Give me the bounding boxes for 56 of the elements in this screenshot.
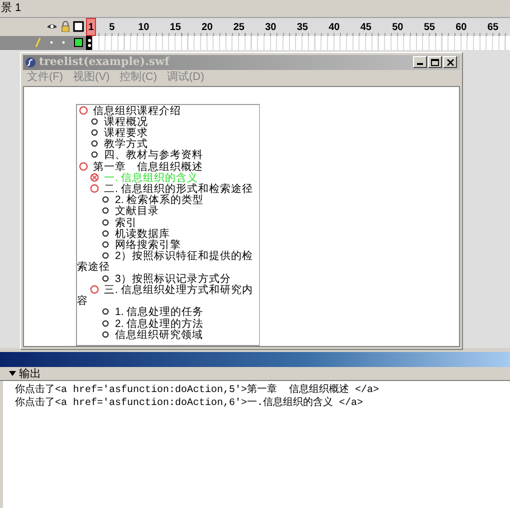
scene-label: 景 1 <box>1 1 22 16</box>
circle-icon[interactable] <box>90 284 99 294</box>
tree-item[interactable]: 信息组织课程介绍 <box>77 106 259 117</box>
frame-number[interactable]: 50 <box>392 18 404 36</box>
frame-number[interactable]: 1 <box>86 18 96 36</box>
tree-item[interactable]: 3）按照标识记录方式分 <box>77 274 259 285</box>
frame-number[interactable]: 60 <box>456 18 467 36</box>
tree-item[interactable]: 索引 <box>77 218 259 229</box>
tree-item[interactable]: 教学方式 <box>77 139 259 150</box>
panel-title: 输出 <box>19 366 41 382</box>
frame-number[interactable]: 65 <box>487 18 498 36</box>
tree-item[interactable]: 2. 信息处理的方法 <box>77 318 259 330</box>
output-line: 你点击了<a href='asfunction:doAction,6'>一.信息组织的含义 </a> <box>15 397 364 410</box>
frame-number[interactable]: 30 <box>265 18 276 36</box>
selected-node-icon[interactable] <box>90 172 99 182</box>
tree-item[interactable]: 网络搜索引擎 <box>77 240 259 252</box>
tree-item[interactable]: 2）按照标识特征和提供的检索途径 <box>77 251 259 274</box>
tree-item[interactable]: 三. 信息组织处理方式和研究内容 <box>77 284 259 308</box>
flash-logo-icon <box>25 56 36 68</box>
frame-number[interactable]: 45 <box>360 18 372 36</box>
frame-number[interactable]: 40 <box>328 18 340 36</box>
window-title: treelist(example).swf <box>39 54 171 70</box>
circle-icon[interactable] <box>79 162 88 171</box>
frame-number[interactable]: 10 <box>138 18 150 36</box>
eye-icon[interactable] <box>46 22 58 32</box>
outline-square-icon[interactable] <box>73 21 84 32</box>
close-button[interactable] <box>443 56 457 68</box>
lock-icon[interactable] <box>61 21 70 32</box>
tree-item[interactable]: 2. 检索体系的类型 <box>77 195 259 206</box>
frame-number[interactable]: 15 <box>170 18 181 36</box>
frame-number[interactable]: 35 <box>296 18 308 36</box>
keyframe-cell[interactable] <box>86 36 92 50</box>
tree-item[interactable]: 机读数据库 <box>77 228 259 240</box>
tree-item[interactable]: 二. 信息组织的形式和检索途径 <box>77 184 259 196</box>
output-line: 你点击了<a href='asfunction:doAction,5'>第一章 信息组织概述 </a> <box>15 384 380 396</box>
circle-icon[interactable] <box>90 184 99 194</box>
circle-icon[interactable] <box>79 106 88 115</box>
tree-item[interactable]: 课程概况 <box>77 116 259 128</box>
maximize-icon <box>431 58 439 66</box>
tree-item[interactable]: 课程要求 <box>77 128 259 140</box>
frame-number[interactable]: 5 <box>109 18 115 36</box>
minimize-button[interactable] <box>413 56 427 68</box>
dot-icon[interactable] <box>50 41 53 44</box>
layer-outline-icon[interactable] <box>74 38 83 48</box>
dot-icon[interactable] <box>62 41 65 44</box>
tree-item[interactable]: 四、教材与参考资料 <box>77 150 259 162</box>
tree-item[interactable]: 第一章 信息组织概述 <box>77 162 259 173</box>
collapse-triangle-icon[interactable] <box>9 371 16 376</box>
frame-number[interactable]: 25 <box>233 18 244 36</box>
frame-number[interactable]: 20 <box>202 18 213 36</box>
maximize-button[interactable] <box>428 56 442 68</box>
tree-item[interactable]: 1. 信息处理的任务 <box>77 307 259 318</box>
tree-item[interactable]: 信息组织研究领域 <box>77 330 259 341</box>
frame-number[interactable]: 55 <box>424 18 435 36</box>
close-icon <box>446 58 454 66</box>
tree-item[interactable]: 文献目录 <box>77 206 259 218</box>
